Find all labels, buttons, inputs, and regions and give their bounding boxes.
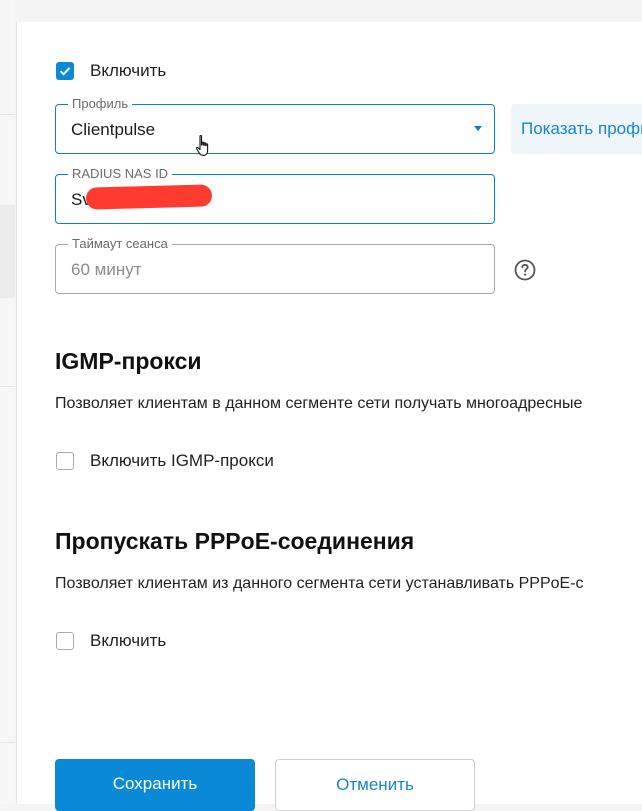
radius-nas-id-field[interactable]: RADIUS NAS ID Sv	[55, 166, 495, 224]
igmp-section-title: IGMP-прокси	[55, 348, 202, 374]
top-strip	[15, 0, 642, 22]
rail-segment-selected	[0, 205, 15, 298]
rail-divider	[0, 386, 15, 387]
session-timeout-value: 60 минут	[71, 260, 142, 279]
session-timeout-field: Таймаут сеанса 60 минут	[55, 236, 495, 294]
show-profile-button[interactable]: Показать профиль	[511, 104, 642, 154]
pppoe-checkbox-label: Включить	[90, 631, 167, 650]
checkmark-icon	[59, 67, 71, 76]
pppoe-description: Позволяет клиентам из данного сегмента с…	[55, 575, 584, 592]
rail-divider	[0, 742, 15, 743]
help-icon[interactable]	[513, 258, 537, 282]
profile-select[interactable]: Профиль Clientpulse	[55, 96, 495, 154]
pppoe-checkbox[interactable]	[56, 632, 74, 650]
save-button[interactable]: Сохранить	[55, 759, 255, 811]
session-timeout-legend: Таймаут сеанса	[68, 236, 172, 252]
hand-cursor-icon	[195, 134, 209, 156]
cancel-button[interactable]: Отменить	[275, 759, 475, 811]
igmp-description: Позволяет клиентам в данном сегменте сет…	[55, 395, 583, 412]
left-navigation-rail	[0, 0, 15, 804]
rail-divider	[0, 114, 15, 115]
igmp-checkbox[interactable]	[56, 452, 74, 470]
dropdown-arrow-icon	[474, 126, 482, 131]
profile-legend: Профиль	[68, 96, 133, 112]
radius-nas-id-legend: RADIUS NAS ID	[68, 166, 173, 182]
rail-segment	[0, 0, 15, 114]
enable-checkbox[interactable]	[56, 62, 74, 80]
enable-label: Включить	[90, 61, 167, 80]
pppoe-section-title: Пропускать PPPoE-соединения	[55, 528, 415, 554]
redaction-scribble	[85, 184, 213, 210]
profile-value: Clientpulse	[71, 120, 156, 139]
show-profile-label: Показать профиль	[521, 119, 642, 138]
igmp-checkbox-label: Включить IGMP-прокси	[90, 451, 274, 470]
